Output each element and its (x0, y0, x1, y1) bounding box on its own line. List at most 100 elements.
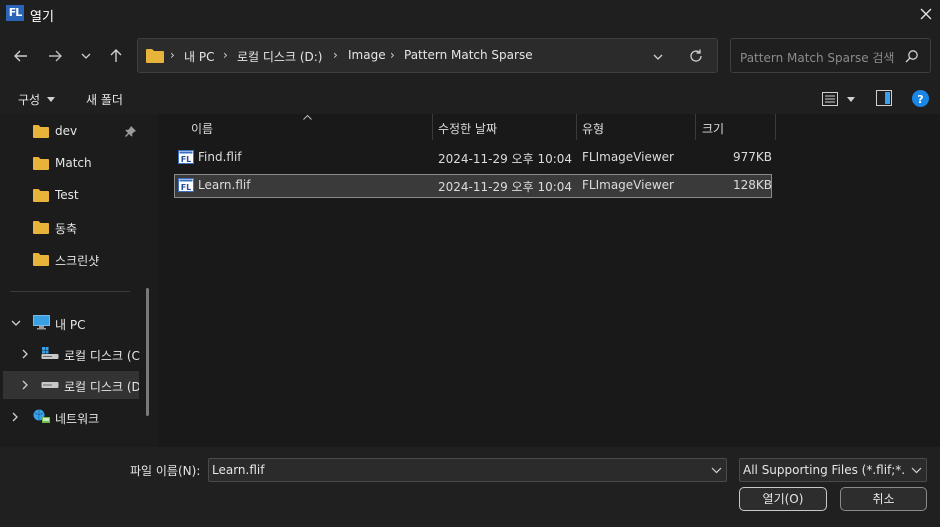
preview-pane-button[interactable] (876, 90, 894, 108)
column-header-label: 유형 (582, 122, 605, 136)
caret-down-icon (47, 97, 55, 102)
preview-pane-icon (876, 90, 892, 106)
chevron-down-icon (81, 53, 91, 59)
column-header-modified[interactable]: 수정한 날짜 (433, 114, 576, 140)
drive-icon (41, 382, 59, 388)
nav-item-match[interactable]: Match (0, 149, 148, 177)
breadcrumb-separator: › (333, 48, 338, 62)
help-button[interactable]: ? (912, 90, 930, 108)
dialog-footer: 파일 이름(N): Learn.flif All Supporting File… (0, 447, 940, 527)
organize-label: 구성 (18, 93, 41, 107)
arrow-left-icon (14, 50, 27, 62)
filename-input[interactable]: Learn.flif (208, 458, 727, 482)
column-divider[interactable] (775, 114, 776, 140)
close-button[interactable] (912, 0, 940, 28)
network-icon (33, 409, 50, 423)
column-header-name[interactable]: 이름 (160, 114, 432, 140)
nav-item-test[interactable]: Test (0, 181, 148, 209)
address-history-dropdown[interactable] (650, 49, 666, 65)
file-modified: 2024-11-29 오후 10:04 (438, 152, 573, 166)
nav-item-screenshots[interactable]: 스크린샷 (0, 245, 148, 273)
folder-icon (33, 125, 49, 138)
close-icon (920, 8, 932, 20)
title-bar (0, 0, 940, 28)
search-placeholder: Pattern Match Sparse 검색 (740, 51, 895, 65)
folder-icon (146, 49, 164, 63)
breadcrumb-drive-d[interactable]: 로컬 디스크 (D:) (237, 48, 322, 65)
details-view-icon (822, 92, 838, 106)
svg-text:?: ? (917, 93, 923, 106)
pin-icon (125, 126, 136, 137)
breadcrumb-pattern-match-sparse[interactable]: Pattern Match Sparse (404, 48, 533, 62)
file-name: Find.flif (198, 150, 242, 164)
navigation-pane: dev Match Test 동축 스크린샷 내 PC 로컬 디스크 (C 로컬… (0, 114, 158, 447)
folder-icon (33, 189, 49, 202)
nav-scrollbar[interactable] (146, 288, 149, 416)
back-button[interactable] (7, 42, 35, 70)
recent-locations-button[interactable] (72, 42, 100, 70)
nav-item-label: 내 PC (55, 318, 86, 332)
computer-icon (33, 315, 50, 330)
search-icon (905, 50, 918, 63)
new-folder-button[interactable]: 새 폴더 (86, 91, 123, 108)
filetype-select[interactable]: All Supporting Files (*.flif;*.bm (739, 458, 927, 482)
breadcrumb-separator: › (390, 48, 395, 62)
up-button[interactable] (102, 42, 130, 70)
column-header-label: 크기 (702, 122, 725, 136)
nav-item-label: 스크린샷 (55, 254, 100, 268)
chevron-down-icon (653, 54, 663, 60)
file-modified: 2024-11-29 오후 10:04 (438, 180, 573, 194)
windows-drive-icon (41, 347, 59, 359)
flif-file-icon: FL (178, 178, 194, 192)
file-list: 이름 수정한 날짜 유형 크기 FL Find.flif 2024-11-29 … (160, 114, 940, 447)
search-input[interactable]: Pattern Match Sparse 검색 (730, 38, 931, 73)
nav-item-label: Test (55, 188, 79, 202)
chevron-right-icon (12, 412, 18, 422)
refresh-button[interactable] (688, 48, 706, 66)
file-name: Learn.flif (198, 178, 251, 192)
nav-item-label: 동축 (55, 222, 78, 236)
window-title: 열기 (30, 10, 54, 25)
app-icon: FL (6, 5, 24, 21)
breadcrumb-separator: › (170, 48, 175, 62)
nav-item-this-pc[interactable]: 내 PC (0, 309, 148, 337)
forward-button[interactable] (41, 42, 69, 70)
nav-item-coaxial[interactable]: 동축 (0, 213, 148, 241)
organize-button[interactable]: 구성 (12, 88, 60, 110)
nav-item-label: Match (55, 156, 92, 170)
nav-item-label: dev (55, 124, 78, 138)
caret-down-icon (847, 97, 855, 102)
file-type: FLImageViewer (582, 178, 674, 192)
filetype-value: All Supporting Files (*.flif;*.bm (743, 463, 925, 477)
nav-item-dev[interactable]: dev (0, 117, 148, 145)
filename-value: Learn.flif (212, 463, 265, 477)
view-options-button[interactable] (820, 89, 860, 109)
svg-text:FL: FL (181, 155, 192, 164)
filetype-dropdown-arrow[interactable] (906, 459, 926, 481)
svg-text:FL: FL (181, 183, 192, 192)
column-header-type[interactable]: 유형 (577, 114, 695, 140)
open-button[interactable]: 열기(O) (739, 487, 827, 511)
breadcrumb-this-pc[interactable]: 내 PC (184, 48, 214, 65)
breadcrumb-image[interactable]: Image (348, 48, 386, 62)
chevron-right-icon (22, 349, 28, 359)
file-size: 977KB (733, 150, 773, 164)
address-bar[interactable]: › 내 PC › 로컬 디스크 (D:) › Image › Pattern M… (137, 38, 718, 73)
refresh-icon (690, 49, 702, 62)
flif-file-icon: FL (178, 150, 194, 164)
file-row-selected[interactable]: FL Learn.flif 2024-11-29 오후 10:04 FLImag… (174, 174, 772, 198)
cancel-button[interactable]: 취소 (840, 487, 927, 511)
column-header-size[interactable]: 크기 (696, 114, 775, 140)
nav-item-drive-c[interactable]: 로컬 디스크 (C (0, 340, 148, 368)
file-type: FLImageViewer (582, 150, 674, 164)
chevron-down-icon[interactable] (711, 466, 722, 474)
nav-item-label: 로컬 디스크 (D (64, 380, 139, 394)
column-header-label: 수정한 날짜 (438, 122, 498, 136)
arrow-up-icon (110, 49, 122, 62)
nav-item-label: 로컬 디스크 (C (64, 349, 140, 363)
column-header-label: 이름 (191, 122, 214, 136)
nav-item-network[interactable]: 네트워크 (0, 403, 148, 431)
folder-icon (33, 253, 49, 266)
file-row[interactable]: FL Find.flif 2024-11-29 오후 10:04 FLImage… (174, 146, 772, 170)
nav-item-drive-d[interactable]: 로컬 디스크 (D (3, 371, 139, 399)
